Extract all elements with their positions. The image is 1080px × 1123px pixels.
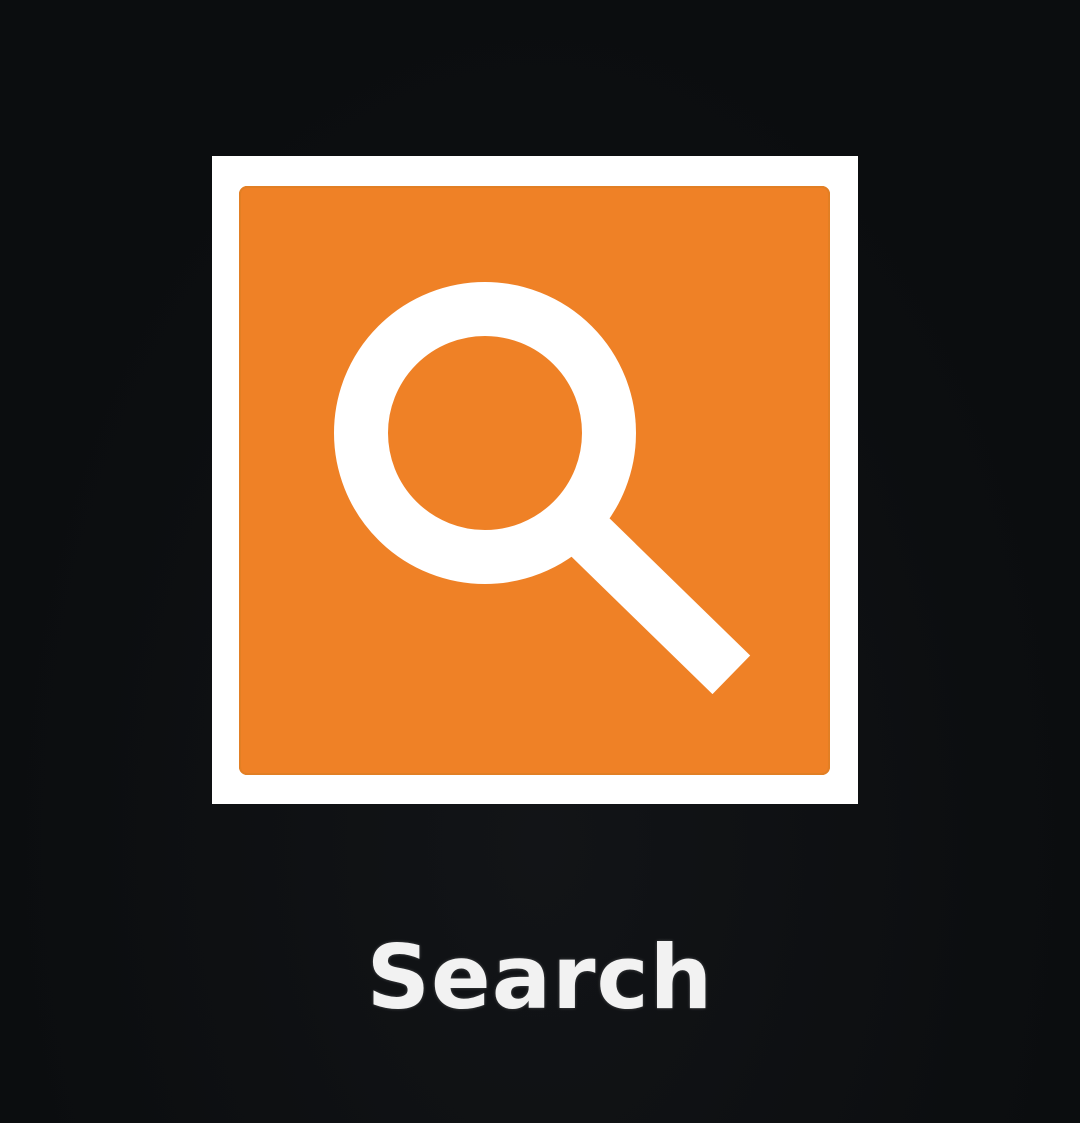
search-icon	[334, 282, 751, 695]
app-icon-background	[239, 186, 830, 775]
app-icon-tile[interactable]	[212, 156, 858, 804]
app-label[interactable]: Search	[0, 934, 1080, 1022]
search-app-shortcut[interactable]: Search	[212, 156, 858, 1056]
launcher-screen: Search	[0, 0, 1080, 1123]
